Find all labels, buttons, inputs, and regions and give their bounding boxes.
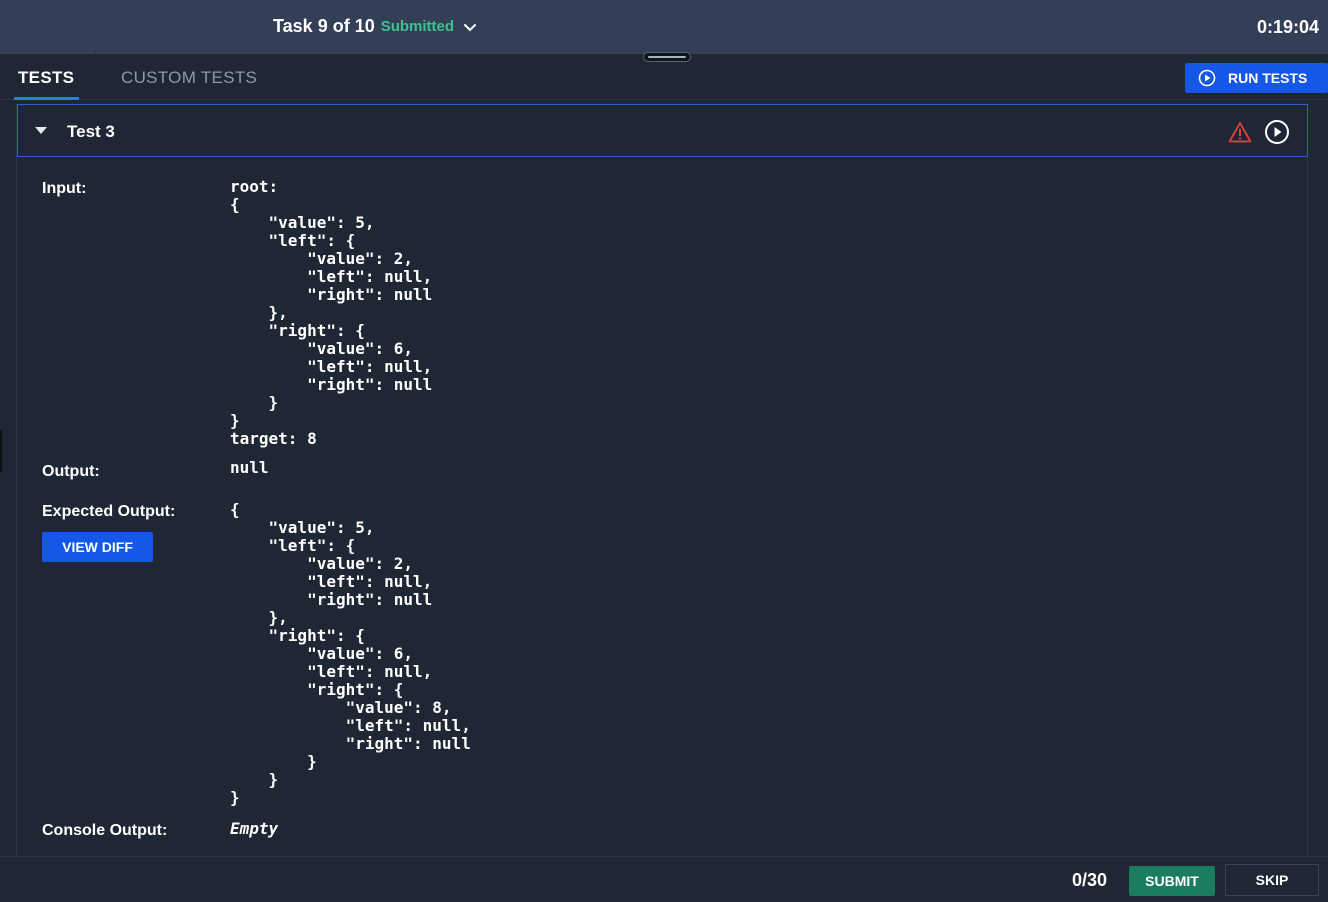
left-edge-marker [0, 430, 2, 472]
test-panel: Test 3 Input: root: { "value": 5, "left"… [16, 104, 1308, 856]
tab-custom-tests[interactable]: CUSTOM TESTS [121, 68, 257, 88]
tabs-bar: TESTS CUSTOM TESTS RUN TESTS [0, 58, 1328, 100]
expected-output-value: { "value": 5, "left": { "value": 2, "lef… [230, 500, 471, 807]
console-output-label: Console Output: [42, 822, 168, 839]
footer-bar: 0/30 SUBMIT SKIP [0, 856, 1328, 902]
warning-icon [1228, 122, 1252, 143]
console-output-value: Empty [230, 819, 279, 838]
divider [95, 50, 96, 54]
test-header[interactable]: Test 3 [17, 104, 1308, 157]
run-tests-label: RUN TESTS [1228, 70, 1308, 86]
top-bar: Task 9 of 10 Submitted 0:19:04 [0, 0, 1328, 54]
expected-output-label: Expected Output: [42, 503, 176, 520]
test-title: Test 3 [67, 122, 115, 141]
output-value: null [230, 458, 269, 477]
caret-down-icon[interactable] [35, 127, 47, 134]
timer: 0:19:04 [1256, 17, 1319, 37]
submit-button[interactable]: SUBMIT [1129, 866, 1215, 896]
score: 0/30 [1072, 870, 1108, 890]
skip-button[interactable]: SKIP [1225, 864, 1319, 896]
chevron-down-icon [464, 23, 477, 31]
run-test-play-icon[interactable] [1264, 119, 1290, 145]
submitted-status: Submitted [380, 18, 455, 35]
input-value: root: { "value": 5, "left": { "value": 2… [230, 177, 433, 448]
task-label: Task 9 of 10 [273, 16, 375, 36]
view-diff-button[interactable]: VIEW DIFF [42, 532, 153, 562]
input-label: Input: [42, 180, 87, 197]
play-circle-icon [1198, 69, 1216, 87]
output-label: Output: [42, 463, 100, 480]
task-selector[interactable]: Task 9 of 10 Submitted [273, 16, 478, 37]
tab-tests[interactable]: TESTS [13, 68, 80, 100]
run-tests-button[interactable]: RUN TESTS [1185, 63, 1328, 93]
